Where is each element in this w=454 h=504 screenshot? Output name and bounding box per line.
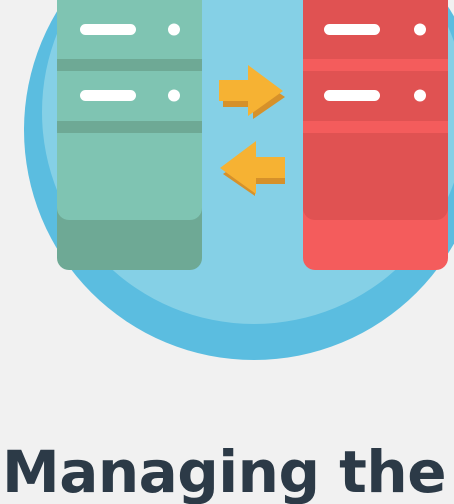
server-left-icon (57, 0, 202, 270)
article-headline[interactable]: Managing the fa (2, 432, 454, 504)
blog-card: Managing the fa (0, 0, 454, 504)
server-sync-illustration (24, 0, 454, 360)
server-right-icon (303, 0, 448, 270)
